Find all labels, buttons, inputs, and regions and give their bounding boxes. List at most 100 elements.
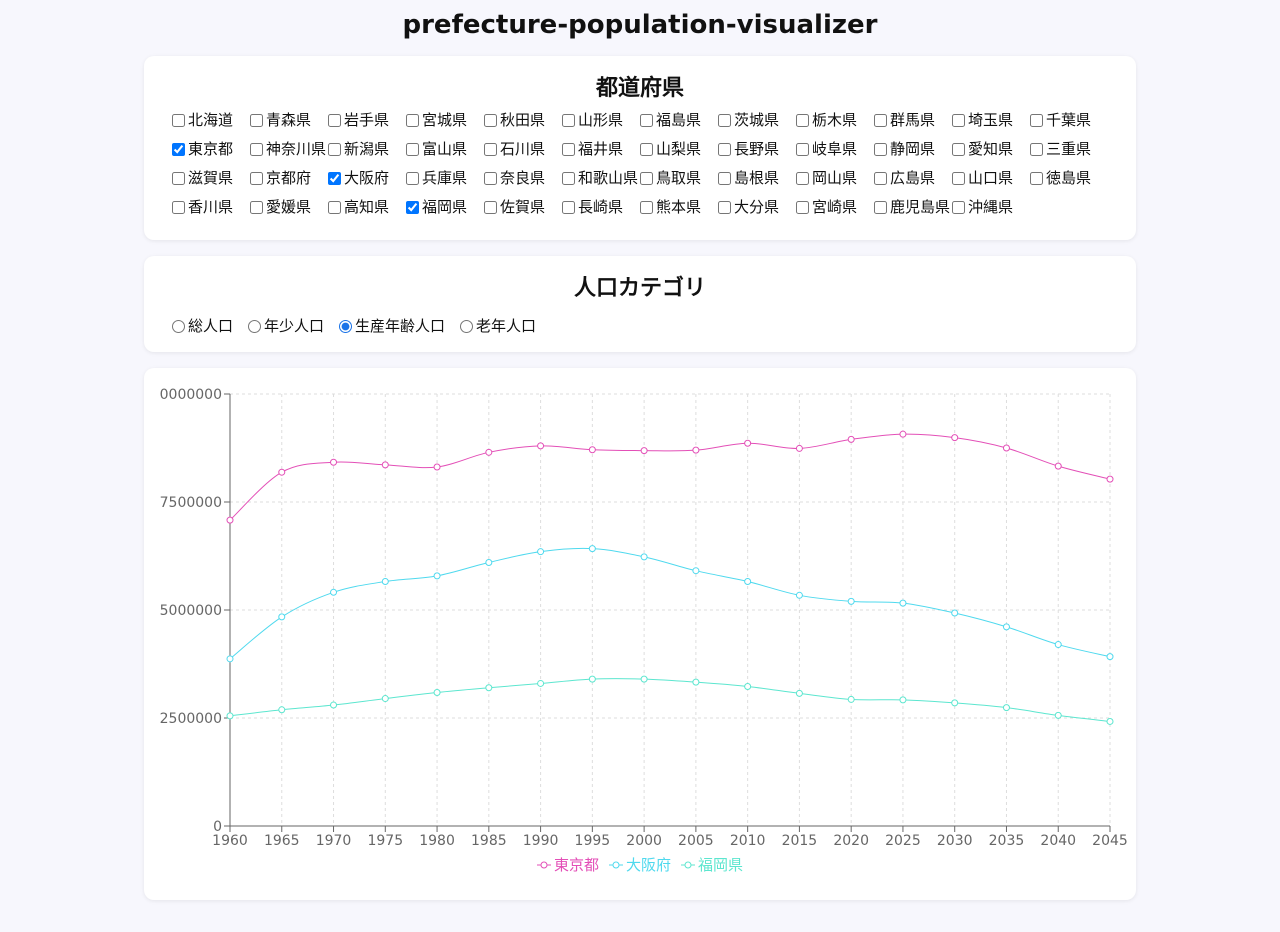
prefecture-checkbox-item[interactable]: 青森県 [250, 110, 328, 130]
prefecture-checkbox[interactable] [250, 200, 263, 214]
prefecture-checkbox-item[interactable]: 静岡県 [874, 139, 952, 159]
prefecture-checkbox-item[interactable]: 愛知県 [952, 139, 1030, 159]
prefecture-checkbox-item[interactable]: 秋田県 [484, 110, 562, 130]
prefecture-checkbox[interactable] [952, 142, 965, 156]
category-radio[interactable] [172, 319, 185, 333]
prefecture-checkbox-item[interactable]: 千葉県 [1030, 110, 1108, 130]
prefecture-checkbox[interactable] [406, 142, 419, 156]
prefecture-checkbox-item[interactable]: 東京都 [172, 139, 250, 159]
prefecture-checkbox-item[interactable]: 新潟県 [328, 139, 406, 159]
prefecture-checkbox-item[interactable]: 山形県 [562, 110, 640, 130]
prefecture-checkbox[interactable] [952, 200, 965, 214]
prefecture-checkbox[interactable] [328, 142, 341, 156]
prefecture-checkbox[interactable] [640, 113, 653, 127]
prefecture-checkbox[interactable] [484, 142, 497, 156]
prefecture-checkbox[interactable] [328, 171, 341, 185]
prefecture-checkbox[interactable] [952, 171, 965, 185]
prefecture-checkbox-item[interactable]: 熊本県 [640, 197, 718, 217]
prefecture-checkbox-item[interactable]: 福井県 [562, 139, 640, 159]
prefecture-checkbox-item[interactable]: 香川県 [172, 197, 250, 217]
prefecture-checkbox[interactable] [1030, 142, 1043, 156]
prefecture-checkbox[interactable] [874, 142, 887, 156]
prefecture-checkbox-item[interactable]: 岩手県 [328, 110, 406, 130]
legend-item[interactable]: 東京都 [536, 854, 599, 875]
prefecture-checkbox[interactable] [250, 142, 263, 156]
prefecture-checkbox[interactable] [796, 171, 809, 185]
prefecture-checkbox[interactable] [484, 171, 497, 185]
prefecture-checkbox-item[interactable]: 島根県 [718, 168, 796, 188]
prefecture-checkbox-item[interactable]: 宮崎県 [796, 197, 874, 217]
prefecture-checkbox-item[interactable]: 大阪府 [328, 168, 406, 188]
prefecture-checkbox[interactable] [562, 142, 575, 156]
prefecture-checkbox[interactable] [640, 142, 653, 156]
prefecture-checkbox-item[interactable]: 石川県 [484, 139, 562, 159]
legend-item[interactable]: 大阪府 [608, 854, 671, 875]
prefecture-checkbox[interactable] [952, 113, 965, 127]
prefecture-checkbox[interactable] [484, 200, 497, 214]
prefecture-checkbox-item[interactable]: 宮城県 [406, 110, 484, 130]
prefecture-checkbox[interactable] [796, 113, 809, 127]
prefecture-checkbox-item[interactable]: 富山県 [406, 139, 484, 159]
prefecture-checkbox[interactable] [172, 113, 185, 127]
prefecture-checkbox-item[interactable]: 大分県 [718, 197, 796, 217]
prefecture-checkbox[interactable] [874, 171, 887, 185]
category-radio[interactable] [248, 319, 262, 333]
prefecture-checkbox-item[interactable]: 滋賀県 [172, 168, 250, 188]
prefecture-checkbox[interactable] [718, 200, 731, 214]
prefecture-checkbox[interactable] [484, 113, 497, 127]
category-radio[interactable] [460, 319, 474, 333]
prefecture-checkbox-item[interactable]: 徳島県 [1030, 168, 1108, 188]
prefecture-checkbox-item[interactable]: 佐賀県 [484, 197, 562, 217]
prefecture-checkbox-item[interactable]: 北海道 [172, 110, 250, 130]
prefecture-checkbox-item[interactable]: 栃木県 [796, 110, 874, 130]
prefecture-checkbox-item[interactable]: 山梨県 [640, 139, 718, 159]
prefecture-checkbox[interactable] [406, 200, 419, 214]
prefecture-checkbox[interactable] [172, 200, 185, 214]
category-radio-item[interactable]: 総人口 [172, 316, 233, 336]
prefecture-checkbox[interactable] [796, 200, 809, 214]
prefecture-checkbox-item[interactable]: 福岡県 [406, 197, 484, 217]
prefecture-checkbox-item[interactable]: 京都府 [250, 168, 328, 188]
prefecture-checkbox[interactable] [718, 142, 731, 156]
prefecture-checkbox-item[interactable]: 茨城県 [718, 110, 796, 130]
prefecture-checkbox[interactable] [406, 113, 419, 127]
category-radio-item[interactable]: 生産年齢人口 [339, 316, 445, 336]
prefecture-checkbox-item[interactable]: 埼玉県 [952, 110, 1030, 130]
prefecture-checkbox-item[interactable]: 岡山県 [796, 168, 874, 188]
prefecture-checkbox[interactable] [796, 142, 809, 156]
category-radio[interactable] [339, 319, 353, 333]
prefecture-checkbox-item[interactable]: 群馬県 [874, 110, 952, 130]
category-radio-item[interactable]: 老年人口 [460, 316, 536, 336]
prefecture-checkbox-item[interactable]: 愛媛県 [250, 197, 328, 217]
prefecture-checkbox-item[interactable]: 広島県 [874, 168, 952, 188]
prefecture-checkbox-item[interactable]: 岐阜県 [796, 139, 874, 159]
prefecture-checkbox[interactable] [718, 171, 731, 185]
prefecture-checkbox[interactable] [874, 113, 887, 127]
prefecture-checkbox[interactable] [172, 142, 185, 156]
prefecture-checkbox[interactable] [718, 113, 731, 127]
prefecture-checkbox-item[interactable]: 奈良県 [484, 168, 562, 188]
prefecture-checkbox-item[interactable]: 鳥取県 [640, 168, 718, 188]
prefecture-checkbox[interactable] [562, 113, 575, 127]
prefecture-checkbox-item[interactable]: 神奈川県 [250, 139, 328, 159]
prefecture-checkbox[interactable] [562, 200, 575, 214]
prefecture-checkbox-item[interactable]: 山口県 [952, 168, 1030, 188]
prefecture-checkbox[interactable] [328, 113, 341, 127]
prefecture-checkbox[interactable] [250, 171, 263, 185]
prefecture-checkbox-item[interactable]: 沖縄県 [952, 197, 1030, 217]
prefecture-checkbox[interactable] [172, 171, 185, 185]
prefecture-checkbox[interactable] [640, 200, 653, 214]
prefecture-checkbox-item[interactable]: 鹿児島県 [874, 197, 952, 217]
legend-item[interactable]: 福岡県 [681, 854, 743, 875]
prefecture-checkbox[interactable] [250, 113, 263, 127]
prefecture-checkbox-item[interactable]: 長崎県 [562, 197, 640, 217]
prefecture-checkbox[interactable] [1030, 113, 1043, 127]
prefecture-checkbox[interactable] [640, 171, 653, 185]
prefecture-checkbox[interactable] [562, 171, 575, 185]
prefecture-checkbox-item[interactable]: 三重県 [1030, 139, 1108, 159]
prefecture-checkbox-item[interactable]: 和歌山県 [562, 168, 640, 188]
prefecture-checkbox-item[interactable]: 長野県 [718, 139, 796, 159]
prefecture-checkbox-item[interactable]: 福島県 [640, 110, 718, 130]
prefecture-checkbox[interactable] [874, 200, 887, 214]
prefecture-checkbox-item[interactable]: 兵庫県 [406, 168, 484, 188]
